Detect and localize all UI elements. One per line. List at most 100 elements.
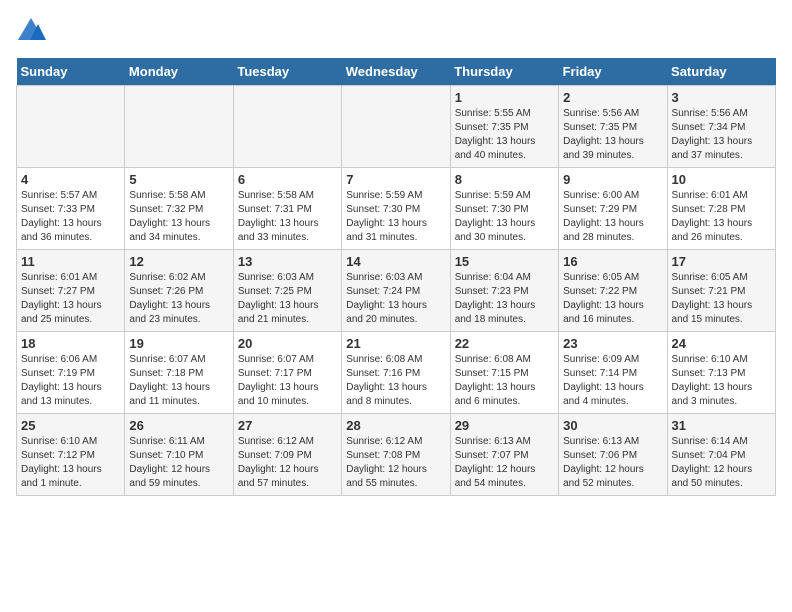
weekday-header-thursday: Thursday xyxy=(450,58,558,86)
calendar-week-row: 11 Sunrise: 6:01 AM Sunset: 7:27 PM Dayli… xyxy=(17,250,776,332)
calendar-header: SundayMondayTuesdayWednesdayThursdayFrid… xyxy=(17,58,776,86)
calendar-cell: 20 Sunrise: 6:07 AM Sunset: 7:17 PM Dayli… xyxy=(233,332,341,414)
day-number: 24 xyxy=(672,336,771,351)
calendar-cell: 3 Sunrise: 5:56 AM Sunset: 7:34 PM Daylig… xyxy=(667,86,775,168)
calendar-cell: 21 Sunrise: 6:08 AM Sunset: 7:16 PM Dayli… xyxy=(342,332,450,414)
day-number: 16 xyxy=(563,254,662,269)
weekday-header-tuesday: Tuesday xyxy=(233,58,341,86)
calendar-cell: 25 Sunrise: 6:10 AM Sunset: 7:12 PM Dayli… xyxy=(17,414,125,496)
calendar-cell xyxy=(17,86,125,168)
calendar-cell: 11 Sunrise: 6:01 AM Sunset: 7:27 PM Dayli… xyxy=(17,250,125,332)
day-info: Sunrise: 6:06 AM Sunset: 7:19 PM Dayligh… xyxy=(21,353,120,409)
weekday-header-sunday: Sunday xyxy=(17,58,125,86)
day-number: 20 xyxy=(238,336,337,351)
logo xyxy=(16,16,50,46)
calendar-cell: 24 Sunrise: 6:10 AM Sunset: 7:13 PM Dayli… xyxy=(667,332,775,414)
day-number: 10 xyxy=(672,172,771,187)
day-info: Sunrise: 5:55 AM Sunset: 7:35 PM Dayligh… xyxy=(455,107,554,163)
day-info: Sunrise: 5:59 AM Sunset: 7:30 PM Dayligh… xyxy=(455,189,554,245)
day-info: Sunrise: 6:10 AM Sunset: 7:13 PM Dayligh… xyxy=(672,353,771,409)
day-info: Sunrise: 6:01 AM Sunset: 7:27 PM Dayligh… xyxy=(21,271,120,327)
day-number: 1 xyxy=(455,90,554,105)
day-info: Sunrise: 5:58 AM Sunset: 7:32 PM Dayligh… xyxy=(129,189,228,245)
day-number: 11 xyxy=(21,254,120,269)
calendar-cell: 19Sunrise: 6:07 AM Sunset: 7:18 PM Dayli… xyxy=(125,332,233,414)
calendar-cell: 8 Sunrise: 5:59 AM Sunset: 7:30 PM Daylig… xyxy=(450,168,558,250)
calendar-cell: 4 Sunrise: 5:57 AM Sunset: 7:33 PM Daylig… xyxy=(17,168,125,250)
day-info: Sunrise: 5:58 AM Sunset: 7:31 PM Dayligh… xyxy=(238,189,337,245)
logo-icon xyxy=(16,16,46,46)
calendar-cell: 5 Sunrise: 5:58 AM Sunset: 7:32 PM Daylig… xyxy=(125,168,233,250)
calendar-cell: 15Sunrise: 6:04 AM Sunset: 7:23 PM Dayli… xyxy=(450,250,558,332)
day-number: 27 xyxy=(238,418,337,433)
day-number: 15 xyxy=(455,254,554,269)
day-info: Sunrise: 5:56 AM Sunset: 7:34 PM Dayligh… xyxy=(672,107,771,163)
day-number: 14 xyxy=(346,254,445,269)
day-info: Sunrise: 6:13 AM Sunset: 7:06 PM Dayligh… xyxy=(563,435,662,491)
day-number: 4 xyxy=(21,172,120,187)
day-info: Sunrise: 6:13 AM Sunset: 7:07 PM Dayligh… xyxy=(455,435,554,491)
calendar-cell xyxy=(342,86,450,168)
day-number: 12 xyxy=(129,254,228,269)
day-number: 21 xyxy=(346,336,445,351)
calendar-table: SundayMondayTuesdayWednesdayThursdayFrid… xyxy=(16,58,776,496)
calendar-cell: 7 Sunrise: 5:59 AM Sunset: 7:30 PM Daylig… xyxy=(342,168,450,250)
calendar-cell: 13Sunrise: 6:03 AM Sunset: 7:25 PM Dayli… xyxy=(233,250,341,332)
calendar-cell: 1 Sunrise: 5:55 AM Sunset: 7:35 PM Daylig… xyxy=(450,86,558,168)
calendar-cell xyxy=(125,86,233,168)
day-number: 3 xyxy=(672,90,771,105)
calendar-week-row: 4 Sunrise: 5:57 AM Sunset: 7:33 PM Daylig… xyxy=(17,168,776,250)
day-info: Sunrise: 6:11 AM Sunset: 7:10 PM Dayligh… xyxy=(129,435,228,491)
day-number: 19 xyxy=(129,336,228,351)
calendar-week-row: 25 Sunrise: 6:10 AM Sunset: 7:12 PM Dayli… xyxy=(17,414,776,496)
calendar-week-row: 1 Sunrise: 5:55 AM Sunset: 7:35 PM Daylig… xyxy=(17,86,776,168)
weekday-header-saturday: Saturday xyxy=(667,58,775,86)
calendar-cell: 29Sunrise: 6:13 AM Sunset: 7:07 PM Dayli… xyxy=(450,414,558,496)
day-info: Sunrise: 6:03 AM Sunset: 7:24 PM Dayligh… xyxy=(346,271,445,327)
day-number: 17 xyxy=(672,254,771,269)
day-info: Sunrise: 5:59 AM Sunset: 7:30 PM Dayligh… xyxy=(346,189,445,245)
day-number: 18 xyxy=(21,336,120,351)
calendar-cell: 17 Sunrise: 6:05 AM Sunset: 7:21 PM Dayli… xyxy=(667,250,775,332)
calendar-cell: 10 Sunrise: 6:01 AM Sunset: 7:28 PM Dayli… xyxy=(667,168,775,250)
calendar-week-row: 18 Sunrise: 6:06 AM Sunset: 7:19 PM Dayli… xyxy=(17,332,776,414)
day-info: Sunrise: 6:02 AM Sunset: 7:26 PM Dayligh… xyxy=(129,271,228,327)
day-number: 9 xyxy=(563,172,662,187)
day-number: 7 xyxy=(346,172,445,187)
calendar-cell: 23 Sunrise: 6:09 AM Sunset: 7:14 PM Dayli… xyxy=(559,332,667,414)
calendar-cell: 9Sunrise: 6:00 AM Sunset: 7:29 PM Daylig… xyxy=(559,168,667,250)
calendar-cell: 31 Sunrise: 6:14 AM Sunset: 7:04 PM Dayli… xyxy=(667,414,775,496)
calendar-cell: 26 Sunrise: 6:11 AM Sunset: 7:10 PM Dayli… xyxy=(125,414,233,496)
day-info: Sunrise: 6:08 AM Sunset: 7:15 PM Dayligh… xyxy=(455,353,554,409)
calendar-cell xyxy=(233,86,341,168)
day-info: Sunrise: 6:01 AM Sunset: 7:28 PM Dayligh… xyxy=(672,189,771,245)
calendar-cell: 22 Sunrise: 6:08 AM Sunset: 7:15 PM Dayli… xyxy=(450,332,558,414)
day-info: Sunrise: 5:56 AM Sunset: 7:35 PM Dayligh… xyxy=(563,107,662,163)
day-number: 25 xyxy=(21,418,120,433)
day-info: Sunrise: 6:12 AM Sunset: 7:08 PM Dayligh… xyxy=(346,435,445,491)
calendar-cell: 18 Sunrise: 6:06 AM Sunset: 7:19 PM Dayli… xyxy=(17,332,125,414)
weekday-header-friday: Friday xyxy=(559,58,667,86)
day-info: Sunrise: 6:07 AM Sunset: 7:17 PM Dayligh… xyxy=(238,353,337,409)
day-info: Sunrise: 5:57 AM Sunset: 7:33 PM Dayligh… xyxy=(21,189,120,245)
page-header xyxy=(16,16,776,46)
day-number: 26 xyxy=(129,418,228,433)
day-info: Sunrise: 6:10 AM Sunset: 7:12 PM Dayligh… xyxy=(21,435,120,491)
day-info: Sunrise: 6:09 AM Sunset: 7:14 PM Dayligh… xyxy=(563,353,662,409)
day-info: Sunrise: 6:14 AM Sunset: 7:04 PM Dayligh… xyxy=(672,435,771,491)
day-info: Sunrise: 6:05 AM Sunset: 7:21 PM Dayligh… xyxy=(672,271,771,327)
day-number: 31 xyxy=(672,418,771,433)
day-info: Sunrise: 6:08 AM Sunset: 7:16 PM Dayligh… xyxy=(346,353,445,409)
day-number: 8 xyxy=(455,172,554,187)
day-info: Sunrise: 6:12 AM Sunset: 7:09 PM Dayligh… xyxy=(238,435,337,491)
day-number: 5 xyxy=(129,172,228,187)
calendar-cell: 16 Sunrise: 6:05 AM Sunset: 7:22 PM Dayli… xyxy=(559,250,667,332)
weekday-header-wednesday: Wednesday xyxy=(342,58,450,86)
calendar-cell: 30Sunrise: 6:13 AM Sunset: 7:06 PM Dayli… xyxy=(559,414,667,496)
day-number: 22 xyxy=(455,336,554,351)
day-number: 28 xyxy=(346,418,445,433)
day-number: 2 xyxy=(563,90,662,105)
calendar-cell: 14 Sunrise: 6:03 AM Sunset: 7:24 PM Dayli… xyxy=(342,250,450,332)
day-info: Sunrise: 6:05 AM Sunset: 7:22 PM Dayligh… xyxy=(563,271,662,327)
day-number: 23 xyxy=(563,336,662,351)
